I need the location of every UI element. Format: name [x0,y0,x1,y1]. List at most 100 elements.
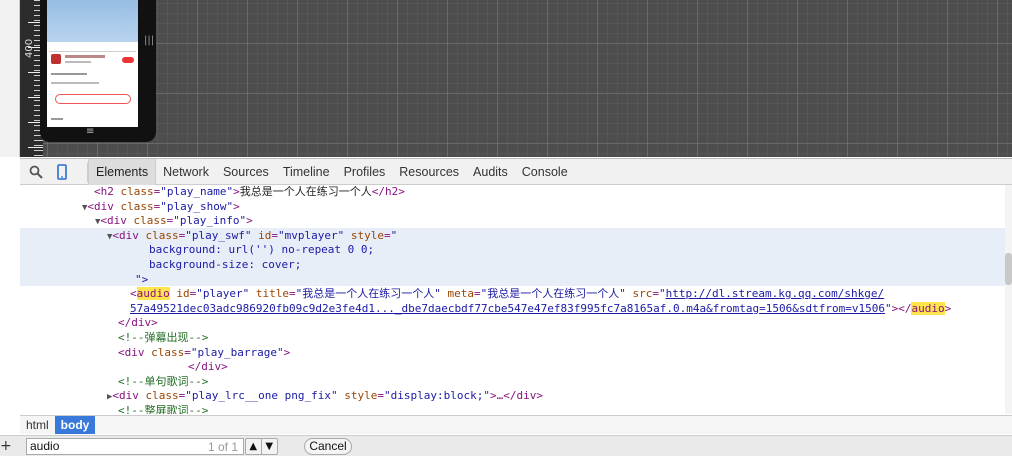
preview-line [51,118,63,120]
attr-name: class [120,199,154,213]
gt: > [233,185,240,198]
attr-value: "我总是一个人在练习一个人" [480,287,626,301]
scrollbar-thumb[interactable] [1005,253,1012,285]
audio-src-link[interactable]: http://dl.stream.kg.qq.com/shkge/ [666,287,885,300]
preview-subtext [65,61,91,63]
attr-name: meta [447,287,474,301]
dom-node-close-div[interactable]: </div> [118,316,158,331]
page-preview-banner [47,0,138,42]
attr-name: id [258,228,272,242]
search-match-count: 1 of 1 [208,440,239,454]
attr-name: src [632,287,653,301]
tag: > [283,345,291,359]
tab-audits[interactable]: Audits [466,159,515,185]
device-emulation-viewport: 400 ||| ≡ [0,0,1012,157]
plus-icon[interactable]: + [0,437,12,455]
resize-handle-icon[interactable]: ||| [144,35,154,46]
search-match: audio [911,301,945,315]
attr-value: "play_barrage" [190,345,284,359]
cancel-button[interactable]: Cancel [304,438,352,455]
tag: ></ [891,301,912,315]
tab-resources[interactable]: Resources [392,159,466,185]
dom-node-play-barrage[interactable]: <div class="play_barrage"> [118,346,290,361]
tag: <div [100,214,134,228]
dom-comment[interactable]: <!--单句歌词--> [118,375,208,390]
dom-node-play-info[interactable]: ▼<div class="play_info"> [95,214,253,229]
search-next-button[interactable]: ▼ [262,439,277,454]
attr-value: " [884,301,892,315]
attr-value: "play_info" [173,214,247,228]
dom-node-play-swf[interactable]: ▼<div class="play_swf" id="mvplayer" sty… [107,229,397,244]
search-prev-button[interactable]: ▲ [246,439,262,454]
dom-node-audio-cont[interactable]: 57a49521dec03adc986920fb09c9d2e3fe4d1...… [130,301,952,317]
dom-node-play-show[interactable]: ▼<div class="play_show"> [82,200,240,215]
tag: > [233,199,240,213]
tab-network[interactable]: Network [156,159,216,185]
node-text: 我总是一个人在练习一个人 [239,185,372,198]
tab-profiles[interactable]: Profiles [337,159,393,185]
attr-name: class [145,389,179,403]
attr-value: "play_show" [160,199,234,213]
dom-comment[interactable]: <!--弹幕出现--> [118,331,208,346]
menu-lines-icon[interactable]: ≡ [86,126,94,137]
search-bar: + audio 1 of 1 ▲ ▼ Cancel [0,435,1012,456]
tab-elements[interactable]: Elements [88,159,157,185]
dom-comment[interactable]: <!--整屏歌词--> [118,404,208,414]
attr-value: "play_name" [160,185,234,198]
attr-value: "play_lrc__one png_fix" [185,389,338,403]
tag: > [944,301,952,315]
preview-badge [122,57,134,63]
tab-console[interactable]: Console [515,159,575,185]
attr-name: id [176,287,190,301]
device-screen [47,0,138,127]
tag: <h2 [94,185,121,198]
preview-divider [49,51,136,52]
tag: <div [118,345,152,359]
eq: = [652,287,659,301]
tag: < [130,287,137,301]
magnifier-icon[interactable] [26,163,46,181]
elements-dom-tree: <h2 class="play_name">我总是一个人在练习一个人</h2> … [20,185,1005,414]
attr-name: style [350,228,385,242]
breadcrumb: html body [20,415,1012,434]
eq: = [377,389,384,403]
attr-value: "display:block;" [384,389,490,403]
attr-name: class [133,214,167,228]
dom-node-close-div[interactable]: </div> [188,360,228,375]
breadcrumb-body[interactable]: body [54,416,96,434]
tag: >…</div> [489,389,543,403]
breadcrumb-html[interactable]: html [20,416,55,434]
attr-value: " [390,228,398,242]
preview-text [65,55,105,58]
audio-src-link[interactable]: 57a49521dec03adc986920fb09c9d2e3fe4d1...… [130,302,885,315]
tag: <div [87,199,121,213]
dom-node-h2[interactable]: <h2 class="play_name">我总是一个人在练习一个人</h2> [94,185,405,200]
panel-tabs: Elements Network Sources Timeline Profil… [88,159,575,185]
vertical-scrollbar[interactable] [1005,185,1012,414]
mobile-device-icon[interactable] [52,163,72,181]
tag: </h2> [371,185,405,198]
tab-sources[interactable]: Sources [216,159,276,185]
style-value-line: background: url('') no-repeat 0 0; [149,243,375,257]
preview-line [51,73,87,75]
tag: > [246,214,253,228]
ruler-label: 400 [24,38,35,58]
eq: = [384,228,391,242]
style-value-line: background-size: cover; [149,258,302,271]
attr-name: class [145,228,179,242]
attr-value: "player" [196,287,250,301]
tag: <div [112,389,146,403]
left-gutter [0,0,20,157]
preview-avatar [51,54,61,64]
dom-node-play-lrc[interactable]: ▶<div class="play_lrc__one png_fix" styl… [107,389,543,404]
tab-timeline[interactable]: Timeline [276,159,337,185]
attr-value: " [658,287,666,301]
style-value-close: "> [135,272,149,286]
attr-name: class [120,185,154,198]
devtools-toolbar: Elements Network Sources Timeline Profil… [20,158,1012,185]
attr-value: "play_swf" [185,228,252,242]
attr-value: "我总是一个人在练习一个人" [295,287,441,301]
dom-node-audio[interactable]: <audio id="player" title="我总是一个人在练习一个人" … [130,287,884,302]
tag: <div [112,228,146,242]
attr-name: style [344,389,378,403]
